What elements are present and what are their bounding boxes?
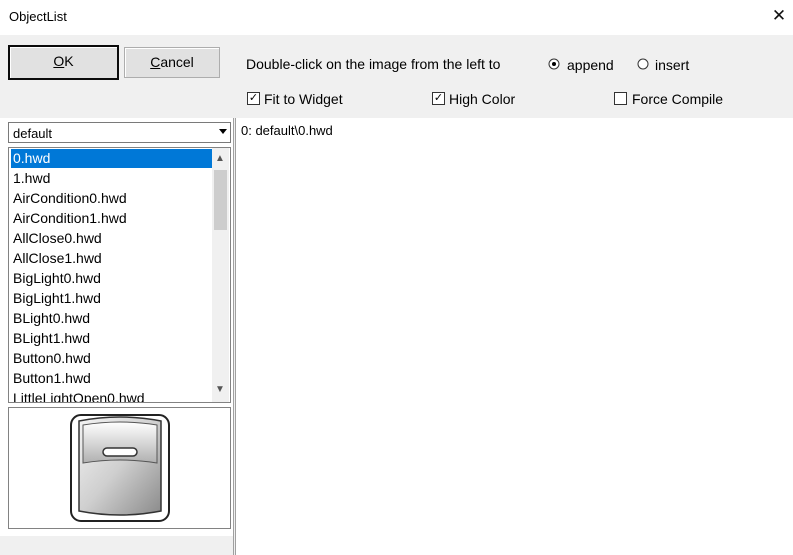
fit-to-widget-label: Fit to Widget: [264, 91, 343, 107]
close-button[interactable]: ✕: [768, 4, 790, 28]
list-item[interactable]: LittleLightOpen0.hwd: [11, 389, 212, 402]
radio-append[interactable]: [548, 58, 560, 70]
cancel-label-rest: ancel: [160, 54, 194, 70]
instruction-text: Double-click on the image from the left …: [246, 56, 501, 72]
result-path-text: 0: default\0.hwd: [241, 123, 333, 138]
radio-insert-label: insert: [655, 57, 690, 73]
folder-combobox-value: default: [13, 126, 53, 141]
force-compile-label: Force Compile: [632, 91, 724, 107]
image-preview[interactable]: [8, 407, 231, 529]
left-pane-footer: [0, 536, 233, 555]
list-item[interactable]: AllClose1.hwd: [11, 249, 212, 268]
list-item[interactable]: BigLight0.hwd: [11, 269, 212, 288]
list-item[interactable]: AirCondition1.hwd: [11, 209, 212, 228]
list-item[interactable]: Button0.hwd: [11, 349, 212, 368]
cancel-mnemonic: C: [150, 54, 161, 70]
file-list[interactable]: 0.hwd 1.hwd AirCondition0.hwd AirConditi…: [8, 147, 231, 403]
high-color-checkbox[interactable]: ✓: [432, 92, 445, 105]
list-item[interactable]: 0.hwd: [11, 149, 212, 168]
title-bar: [0, 0, 793, 34]
radio-insert[interactable]: [637, 58, 649, 70]
folder-combobox[interactable]: default: [8, 122, 231, 143]
list-item[interactable]: 1.hwd: [11, 169, 212, 188]
scroll-thumb[interactable]: [214, 170, 227, 230]
list-item[interactable]: Button1.hwd: [11, 369, 212, 388]
high-color-label: High Color: [449, 91, 516, 107]
fit-to-widget-checkbox[interactable]: ✓: [247, 92, 260, 105]
result-pane[interactable]: [236, 118, 793, 555]
ok-button[interactable]: OK: [8, 45, 119, 80]
list-item[interactable]: BLight0.hwd: [11, 309, 212, 328]
list-item[interactable]: BLight1.hwd: [11, 329, 212, 348]
list-item[interactable]: AirCondition0.hwd: [11, 189, 212, 208]
scroll-up-icon[interactable]: ▲: [215, 153, 225, 164]
rocker-switch-icon[interactable]: [65, 411, 175, 526]
scroll-down-icon[interactable]: ▼: [215, 384, 225, 395]
ok-mnemonic: O: [53, 53, 65, 69]
cancel-button[interactable]: Cancel: [124, 47, 220, 78]
force-compile-checkbox[interactable]: [614, 92, 627, 105]
window-title: ObjectList: [9, 9, 67, 24]
radio-append-label: append: [567, 57, 614, 73]
list-scrollbar[interactable]: ▲ ▼: [212, 148, 229, 402]
list-item[interactable]: BigLight1.hwd: [11, 289, 212, 308]
chevron-down-icon[interactable]: [219, 129, 227, 134]
ok-label-rest: K: [64, 53, 74, 69]
list-item[interactable]: AllClose0.hwd: [11, 229, 212, 248]
